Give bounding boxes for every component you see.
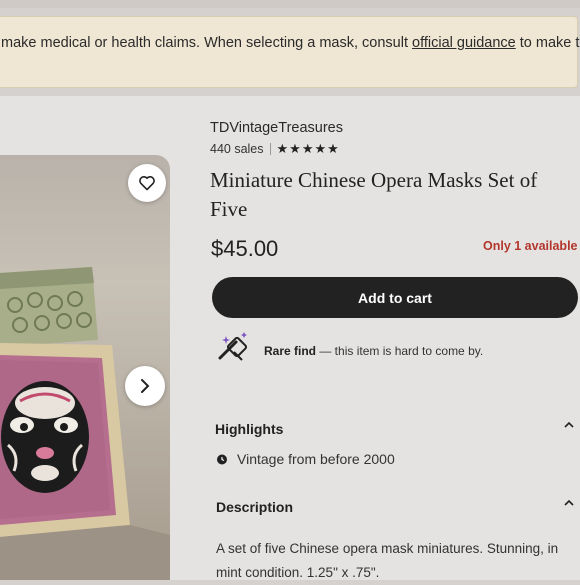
price: $45.00 — [211, 236, 279, 261]
add-to-cart-button[interactable]: Add to cart — [212, 277, 578, 318]
description-text: A set of five Chinese opera mask miniatu… — [216, 541, 559, 580]
description-heading[interactable]: Description — [216, 499, 293, 515]
notice-banner: make medical or health claims. When sele… — [0, 16, 580, 88]
clock-icon — [217, 454, 227, 465]
rare-find-text: Rare find — this item is hard to come by… — [264, 344, 484, 358]
highlight-item: Vintage from before 2000 — [216, 451, 395, 467]
highlights-heading[interactable]: Highlights — [215, 421, 283, 437]
official-guidance-link[interactable]: official guidance — [412, 35, 516, 51]
heart-icon — [139, 176, 155, 191]
favorite-button[interactable] — [128, 164, 166, 202]
shop-stats: 440 sales ★★★★★ — [210, 141, 340, 157]
top-edge — [0, 0, 580, 8]
chevron-up-icon[interactable] — [563, 419, 575, 433]
magic-wand-icon — [218, 332, 248, 361]
chevron-up-icon[interactable] — [563, 497, 575, 511]
stock-status: Only 1 available — [483, 239, 578, 253]
shop-name-link[interactable]: TDVintageTreasures — [210, 120, 343, 136]
rare-find-notice: Rare find — this item is hard to come by… — [216, 330, 576, 370]
chevron-right-icon — [141, 379, 150, 393]
next-image-button[interactable] — [125, 366, 165, 406]
divider — [269, 143, 271, 155]
rating-stars[interactable]: ★★★★★ — [277, 141, 340, 156]
sales-count: 440 sales — [210, 142, 264, 156]
product-title: Miniature Chinese Opera Masks Set of Fiv… — [210, 168, 538, 221]
banner-text: make medical or health claims. When sele… — [1, 35, 580, 51]
